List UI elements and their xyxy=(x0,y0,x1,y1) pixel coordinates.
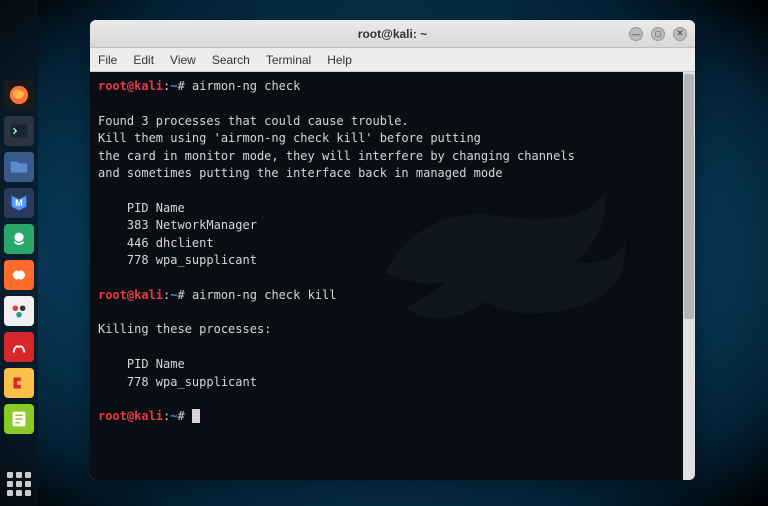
dock: M xyxy=(0,0,38,506)
output-line: Kill them using 'airmon-ng check kill' b… xyxy=(98,131,481,145)
output-line: the card in monitor mode, they will inte… xyxy=(98,149,575,163)
menu-view[interactable]: View xyxy=(170,53,196,67)
command-1: airmon-ng check xyxy=(192,79,300,93)
output-line: Found 3 processes that could cause troub… xyxy=(98,114,409,128)
prompt-hash: # xyxy=(178,288,185,302)
terminal-icon[interactable] xyxy=(4,116,34,146)
apps-grid-icon[interactable] xyxy=(7,472,31,496)
scrollbar-thumb[interactable] xyxy=(684,74,694,319)
terminal-body[interactable]: root@kali:~# airmon-ng check Found 3 pro… xyxy=(90,72,695,480)
prompt-hash: # xyxy=(178,79,185,93)
metasploit-icon[interactable]: M xyxy=(4,188,34,218)
burp-icon[interactable] xyxy=(4,260,34,290)
output-header: PID Name xyxy=(98,201,185,215)
app-icon-2[interactable] xyxy=(4,296,34,326)
maximize-button[interactable]: □ xyxy=(651,27,665,41)
app-icon-4[interactable] xyxy=(4,368,34,398)
menu-help[interactable]: Help xyxy=(327,53,352,67)
prompt-path: ~ xyxy=(170,409,177,423)
prompt-path: ~ xyxy=(170,288,177,302)
window-title: root@kali: ~ xyxy=(96,27,689,41)
menubar: File Edit View Search Terminal Help xyxy=(90,48,695,72)
cursor xyxy=(192,409,200,423)
menu-terminal[interactable]: Terminal xyxy=(266,53,311,67)
svg-text:M: M xyxy=(15,198,23,208)
window-controls: — □ ✕ xyxy=(629,27,687,41)
scrollbar[interactable] xyxy=(683,72,695,480)
output-process: 383 NetworkManager xyxy=(98,218,257,232)
prompt-hash: # xyxy=(178,409,185,423)
menu-file[interactable]: File xyxy=(98,53,117,67)
menu-edit[interactable]: Edit xyxy=(133,53,154,67)
prompt-user: root@kali xyxy=(98,288,163,302)
output-process: 778 wpa_supplicant xyxy=(98,375,257,389)
files-icon[interactable] xyxy=(4,152,34,182)
output-line: Killing these processes: xyxy=(98,322,271,336)
terminal-window: root@kali: ~ — □ ✕ File Edit View Search… xyxy=(90,20,695,480)
close-button[interactable]: ✕ xyxy=(673,27,687,41)
firefox-icon[interactable] xyxy=(4,80,34,110)
app-icon-3[interactable] xyxy=(4,332,34,362)
menu-search[interactable]: Search xyxy=(212,53,250,67)
output-header: PID Name xyxy=(98,357,185,371)
output-process: 778 wpa_supplicant xyxy=(98,253,257,267)
app-icon-1[interactable] xyxy=(4,224,34,254)
titlebar[interactable]: root@kali: ~ — □ ✕ xyxy=(90,20,695,48)
command-2: airmon-ng check kill xyxy=(192,288,337,302)
prompt-user: root@kali xyxy=(98,409,163,423)
prompt-user: root@kali xyxy=(98,79,163,93)
text-editor-icon[interactable] xyxy=(4,404,34,434)
terminal-output: root@kali:~# airmon-ng check Found 3 pro… xyxy=(90,72,695,480)
prompt-path: ~ xyxy=(170,79,177,93)
output-line: and sometimes putting the interface back… xyxy=(98,166,503,180)
minimize-button[interactable]: — xyxy=(629,27,643,41)
output-process: 446 dhclient xyxy=(98,236,214,250)
